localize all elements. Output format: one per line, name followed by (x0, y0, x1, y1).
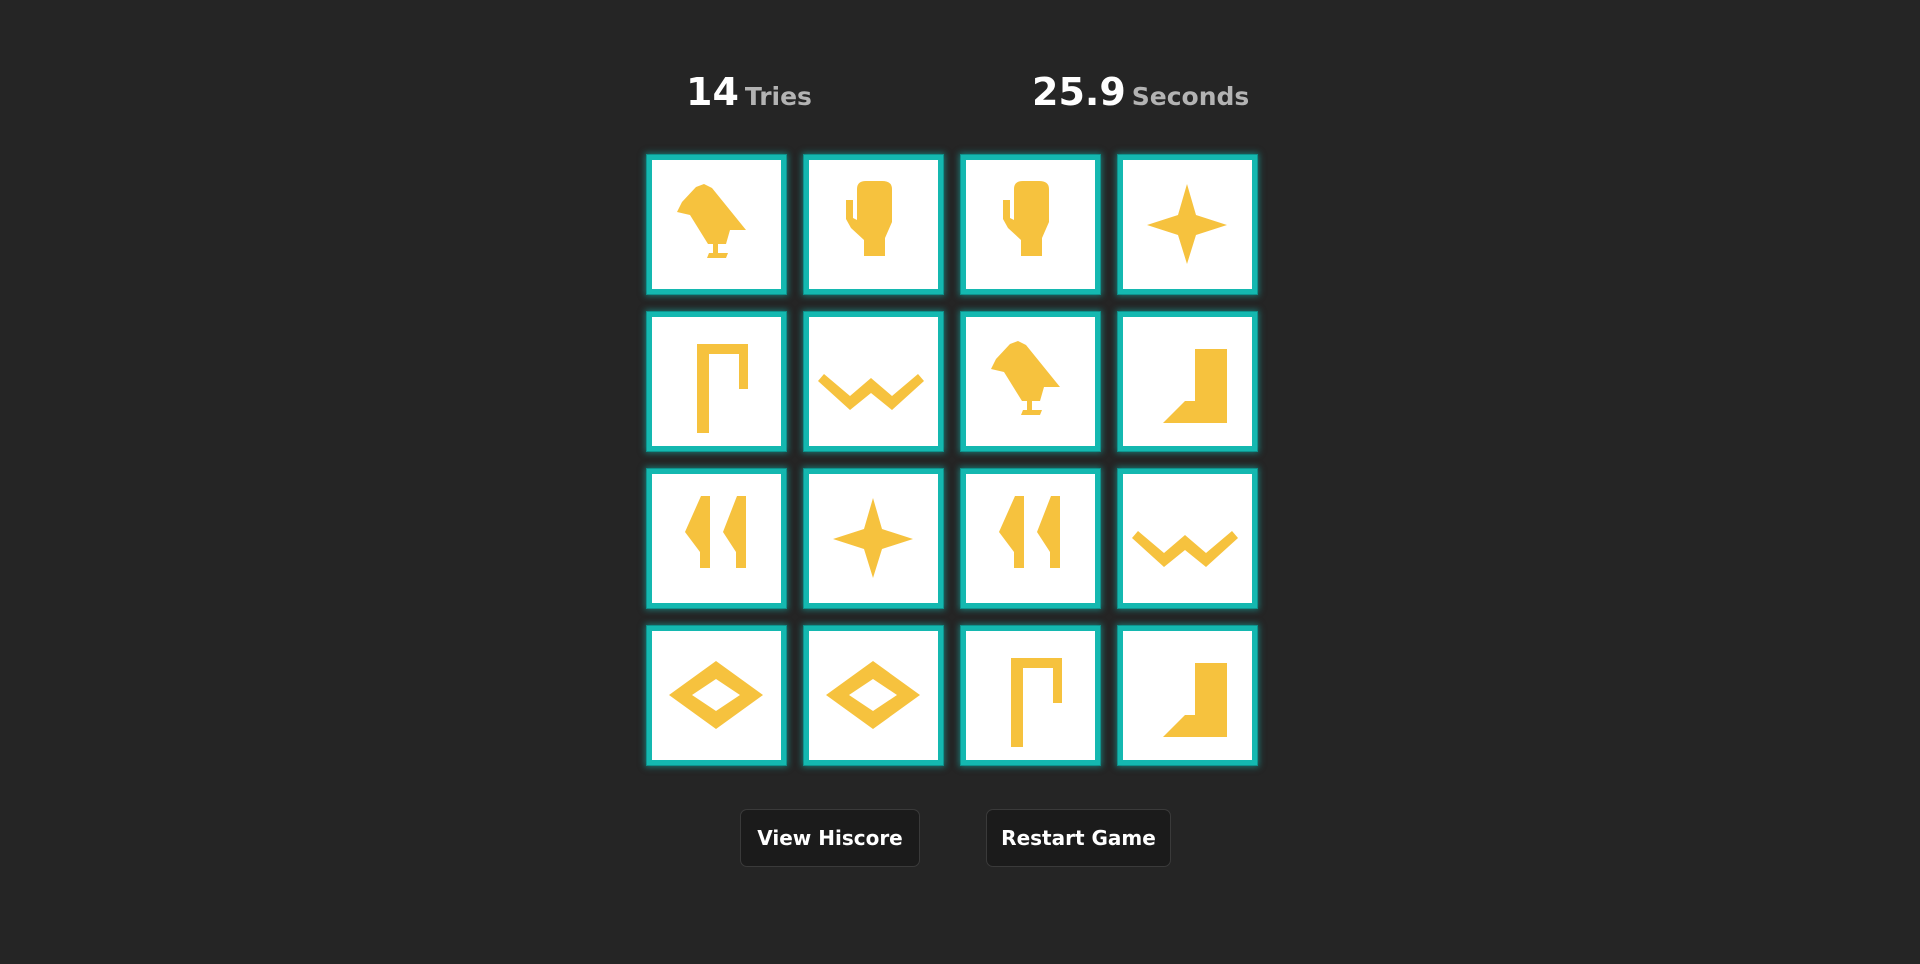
diamond-icon (826, 661, 920, 729)
diamond-icon (669, 661, 763, 729)
tries-label: Tries (744, 82, 812, 111)
card-2-3[interactable] (961, 312, 1100, 451)
card-4-3[interactable] (961, 626, 1100, 765)
restart-game-button[interactable]: Restart Game (986, 809, 1171, 867)
timer: 25.9 Seconds (1032, 70, 1249, 114)
card-3-2[interactable] (804, 469, 943, 608)
star-icon (833, 498, 913, 578)
card-2-4[interactable] (1118, 312, 1257, 451)
tries-value: 14 (686, 70, 739, 114)
zigzag-icon (818, 374, 924, 410)
reeds-icon (685, 496, 746, 568)
stats-bar: 14 Tries 25.9 Seconds (0, 70, 1920, 120)
staff-icon (697, 344, 748, 433)
boot-icon (1163, 663, 1227, 737)
card-1-2[interactable] (804, 155, 943, 294)
hand-icon (846, 181, 892, 256)
card-2-1[interactable] (647, 312, 786, 451)
card-3-3[interactable] (961, 469, 1100, 608)
card-4-4[interactable] (1118, 626, 1257, 765)
tries-counter: 14 Tries (686, 70, 812, 114)
game-board (647, 155, 1267, 775)
card-4-1[interactable] (647, 626, 786, 765)
card-1-3[interactable] (961, 155, 1100, 294)
zigzag-icon (1132, 531, 1238, 567)
staff-icon (1011, 658, 1062, 747)
bird-icon (677, 184, 746, 258)
star-icon (1147, 184, 1227, 264)
hand-icon (1003, 181, 1049, 256)
card-1-1[interactable] (647, 155, 786, 294)
card-3-4[interactable] (1118, 469, 1257, 608)
bird-icon (991, 341, 1060, 415)
card-1-4[interactable] (1118, 155, 1257, 294)
card-3-1[interactable] (647, 469, 786, 608)
card-4-2[interactable] (804, 626, 943, 765)
boot-icon (1163, 349, 1227, 423)
card-2-2[interactable] (804, 312, 943, 451)
reeds-icon (999, 496, 1060, 568)
seconds-label: Seconds (1131, 82, 1250, 111)
seconds-value: 25.9 (1032, 70, 1126, 114)
view-hiscore-button[interactable]: View Hiscore (740, 809, 920, 867)
